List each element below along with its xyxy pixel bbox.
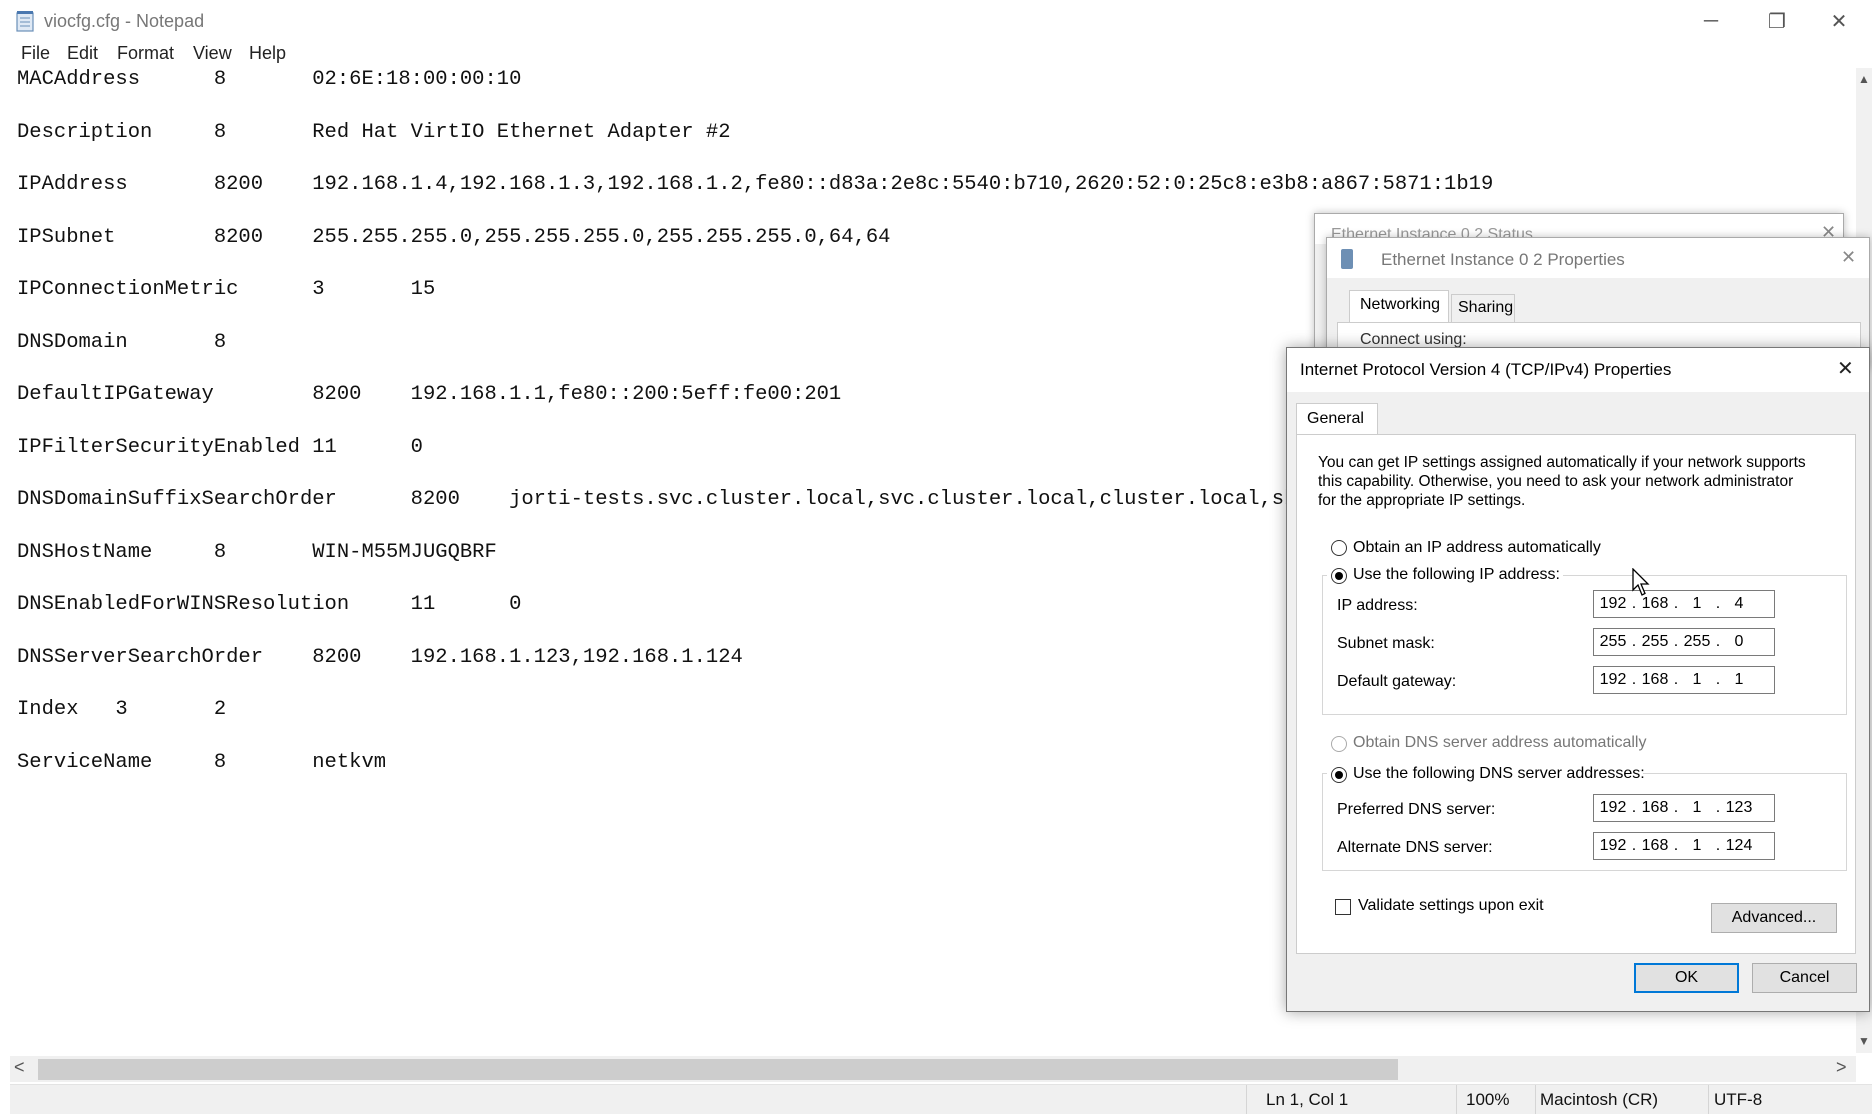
obtain-ip-auto-radio[interactable] <box>1331 540 1347 556</box>
description-line-2: this capability. Otherwise, you need to … <box>1318 473 1794 490</box>
properties-dialog-close-icon[interactable]: ✕ <box>1841 247 1856 268</box>
advanced-button[interactable]: Advanced... <box>1711 903 1837 933</box>
ok-button[interactable]: OK <box>1634 963 1739 993</box>
scroll-up-icon[interactable]: ▲ <box>1858 72 1870 86</box>
cursor-position: Ln 1, Col 1 <box>1266 1090 1349 1109</box>
use-following-dns-radio[interactable] <box>1331 767 1347 783</box>
use-following-ip-radio[interactable] <box>1331 568 1347 584</box>
text-line: IPSubnet 8200 255.255.255.0,255.255.255.… <box>17 226 891 249</box>
tab-sharing[interactable]: Sharing <box>1451 294 1515 322</box>
menu-view[interactable]: View <box>193 43 232 64</box>
text-line: DefaultIPGateway 8200 192.168.1.1,fe80::… <box>17 383 842 406</box>
horizontal-scroll-thumb[interactable] <box>38 1059 1398 1080</box>
tab-general[interactable]: General <box>1296 403 1378 435</box>
text-line: DNSDomainSuffixSearchOrder 8200 jorti-te… <box>17 488 1371 511</box>
ipv4-dialog-title: Internet Protocol Version 4 (TCP/IPv4) P… <box>1300 360 1672 379</box>
text-line: DNSServerSearchOrder 8200 192.168.1.123,… <box>17 646 743 669</box>
text-line: DNSEnabledForWINSResolution 11 0 <box>17 593 522 616</box>
scroll-right-icon[interactable]: > <box>1836 1057 1847 1078</box>
notepad-icon <box>16 11 34 32</box>
line-ending: Macintosh (CR) <box>1540 1090 1659 1109</box>
ipv4-dialog-close-icon[interactable]: ✕ <box>1837 356 1854 381</box>
mouse-cursor-icon <box>1632 568 1650 596</box>
properties-dialog-title: Ethernet Instance 0 2 Properties <box>1381 250 1625 269</box>
general-panel: You can get IP settings assigned automat… <box>1296 434 1856 954</box>
text-line: MACAddress 8 02:6E:18:00:00:10 <box>17 68 522 91</box>
status-bar: Ln 1, Col 1 100% Macintosh (CR) UTF-8 <box>10 1084 1872 1114</box>
cancel-button[interactable]: Cancel <box>1752 963 1857 993</box>
obtain-ip-auto-label: Obtain an IP address automatically <box>1353 539 1601 556</box>
validate-checkbox[interactable] <box>1335 899 1351 915</box>
alternate-dns-field[interactable]: 192. 168. 1. 124 <box>1593 832 1775 860</box>
text-line: IPConnectionMetric 3 15 <box>17 278 436 301</box>
text-line: IPFilterSecurityEnabled 11 0 <box>17 436 423 459</box>
tab-networking[interactable]: Networking <box>1349 290 1449 322</box>
scroll-down-icon[interactable]: ▼ <box>1858 1034 1870 1048</box>
use-following-dns-label: Use the following DNS server addresses: <box>1353 765 1645 782</box>
ip-address-field[interactable]: 192. 168. 1. 4 <box>1593 590 1775 618</box>
ip-address-label: IP address: <box>1337 597 1418 614</box>
text-line: Index 3 2 <box>17 698 227 721</box>
description-line-3: for the appropriate IP settings. <box>1318 492 1526 509</box>
maximize-button[interactable]: ❐ <box>1744 0 1810 42</box>
preferred-dns-label: Preferred DNS server: <box>1337 801 1496 818</box>
text-line: IPAddress 8200 192.168.1.4,192.168.1.3,1… <box>17 173 1494 196</box>
text-line: Description 8 Red Hat VirtIO Ethernet Ad… <box>17 121 731 144</box>
text-line: DNSDomain 8 <box>17 331 227 354</box>
window-title: viocfg.cfg - Notepad <box>44 11 205 31</box>
menu-bar: File Edit Format View Help <box>0 42 1872 70</box>
tab-general-label: General <box>1307 410 1364 427</box>
alternate-dns-label: Alternate DNS server: <box>1337 839 1493 856</box>
close-button[interactable]: ✕ <box>1806 0 1872 42</box>
default-gateway-field[interactable]: 192. 168. 1. 1 <box>1593 666 1775 694</box>
description-line-1: You can get IP settings assigned automat… <box>1318 454 1806 471</box>
menu-help[interactable]: Help <box>249 43 286 64</box>
text-line: DNSHostName 8 WIN-M55MJUGQBRF <box>17 541 497 564</box>
zoom-level: 100% <box>1466 1090 1510 1109</box>
obtain-dns-auto-label: Obtain DNS server address automatically <box>1353 734 1647 751</box>
use-following-ip-label: Use the following IP address: <box>1353 566 1560 583</box>
minimize-button[interactable]: ─ <box>1678 0 1744 42</box>
encoding: UTF-8 <box>1714 1090 1763 1109</box>
validate-label: Validate settings upon exit <box>1358 897 1544 914</box>
obtain-dns-auto-radio[interactable] <box>1331 736 1347 752</box>
ipv4-properties-dialog: Internet Protocol Version 4 (TCP/IPv4) P… <box>1286 347 1870 1012</box>
text-line: ServiceName 8 netkvm <box>17 751 387 774</box>
menu-edit[interactable]: Edit <box>67 43 98 64</box>
network-adapter-icon <box>1341 249 1353 269</box>
default-gateway-label: Default gateway: <box>1337 673 1457 690</box>
preferred-dns-field[interactable]: 192. 168. 1. 123 <box>1593 794 1775 822</box>
scroll-left-icon[interactable]: < <box>14 1057 25 1078</box>
menu-format[interactable]: Format <box>117 43 174 64</box>
title-bar: viocfg.cfg - Notepad ─ ❐ ✕ <box>0 0 1872 42</box>
menu-file[interactable]: File <box>21 43 50 64</box>
subnet-mask-field[interactable]: 255. 255. 255. 0 <box>1593 628 1775 656</box>
subnet-mask-label: Subnet mask: <box>1337 635 1435 652</box>
